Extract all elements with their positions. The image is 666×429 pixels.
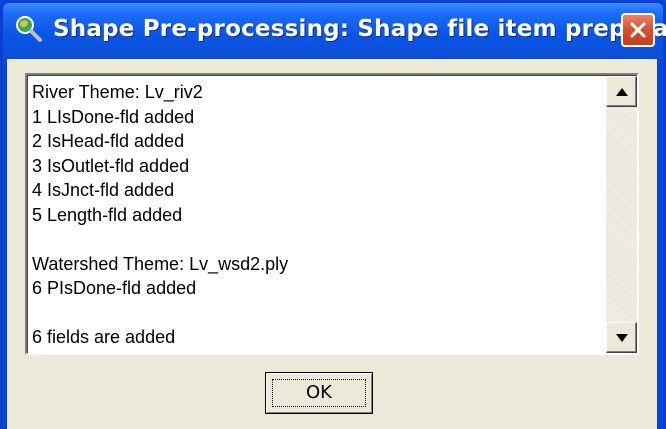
- scroll-track[interactable]: [606, 107, 637, 322]
- window-title: Shape Pre-processing: Shape file item pr…: [53, 16, 666, 42]
- log-textarea-inner: River Theme: Lv_riv2 1 LIsDone-fld added 2…: [27, 75, 637, 353]
- ok-button[interactable]: OK: [265, 372, 373, 414]
- dialog-window: Shape Pre-processing: Shape file item pr…: [0, 0, 666, 429]
- down-arrow-icon: [615, 333, 628, 342]
- ok-button-label: OK: [306, 382, 332, 403]
- up-arrow-icon: [615, 87, 628, 96]
- close-button[interactable]: [621, 13, 655, 47]
- title-bar[interactable]: Shape Pre-processing: Shape file item pr…: [3, 3, 666, 59]
- log-line: River Theme: Lv_riv2: [32, 82, 203, 102]
- log-line: Watershed Theme: Lv_wsd2.ply: [32, 253, 289, 274]
- close-x-icon: [630, 22, 646, 38]
- scroll-up-button[interactable]: [606, 76, 637, 107]
- log-line: 5 Length-fld added: [32, 204, 183, 225]
- scroll-down-button[interactable]: [606, 322, 637, 353]
- log-line: 3 IsOutlet-fld added: [32, 155, 190, 176]
- log-textarea[interactable]: River Theme: Lv_riv2 1 LIsDone-fld added 2…: [25, 73, 639, 355]
- vertical-scrollbar[interactable]: [606, 76, 637, 353]
- log-line: 2 IsHead-fld added: [32, 131, 185, 151]
- log-line: 4 IsJnct-fld added: [32, 180, 175, 200]
- log-line: 1 LIsDone-fld added: [32, 106, 195, 127]
- log-text[interactable]: River Theme: Lv_riv2 1 LIsDone-fld added 2…: [32, 80, 602, 350]
- dialog-client-area: River Theme: Lv_riv2 1 LIsDone-fld added 2…: [7, 59, 657, 429]
- log-line: 6 fields are added: [32, 327, 176, 347]
- magnifier-globe-icon: [13, 13, 43, 43]
- log-line: 6 PIsDone-fld added: [32, 278, 197, 298]
